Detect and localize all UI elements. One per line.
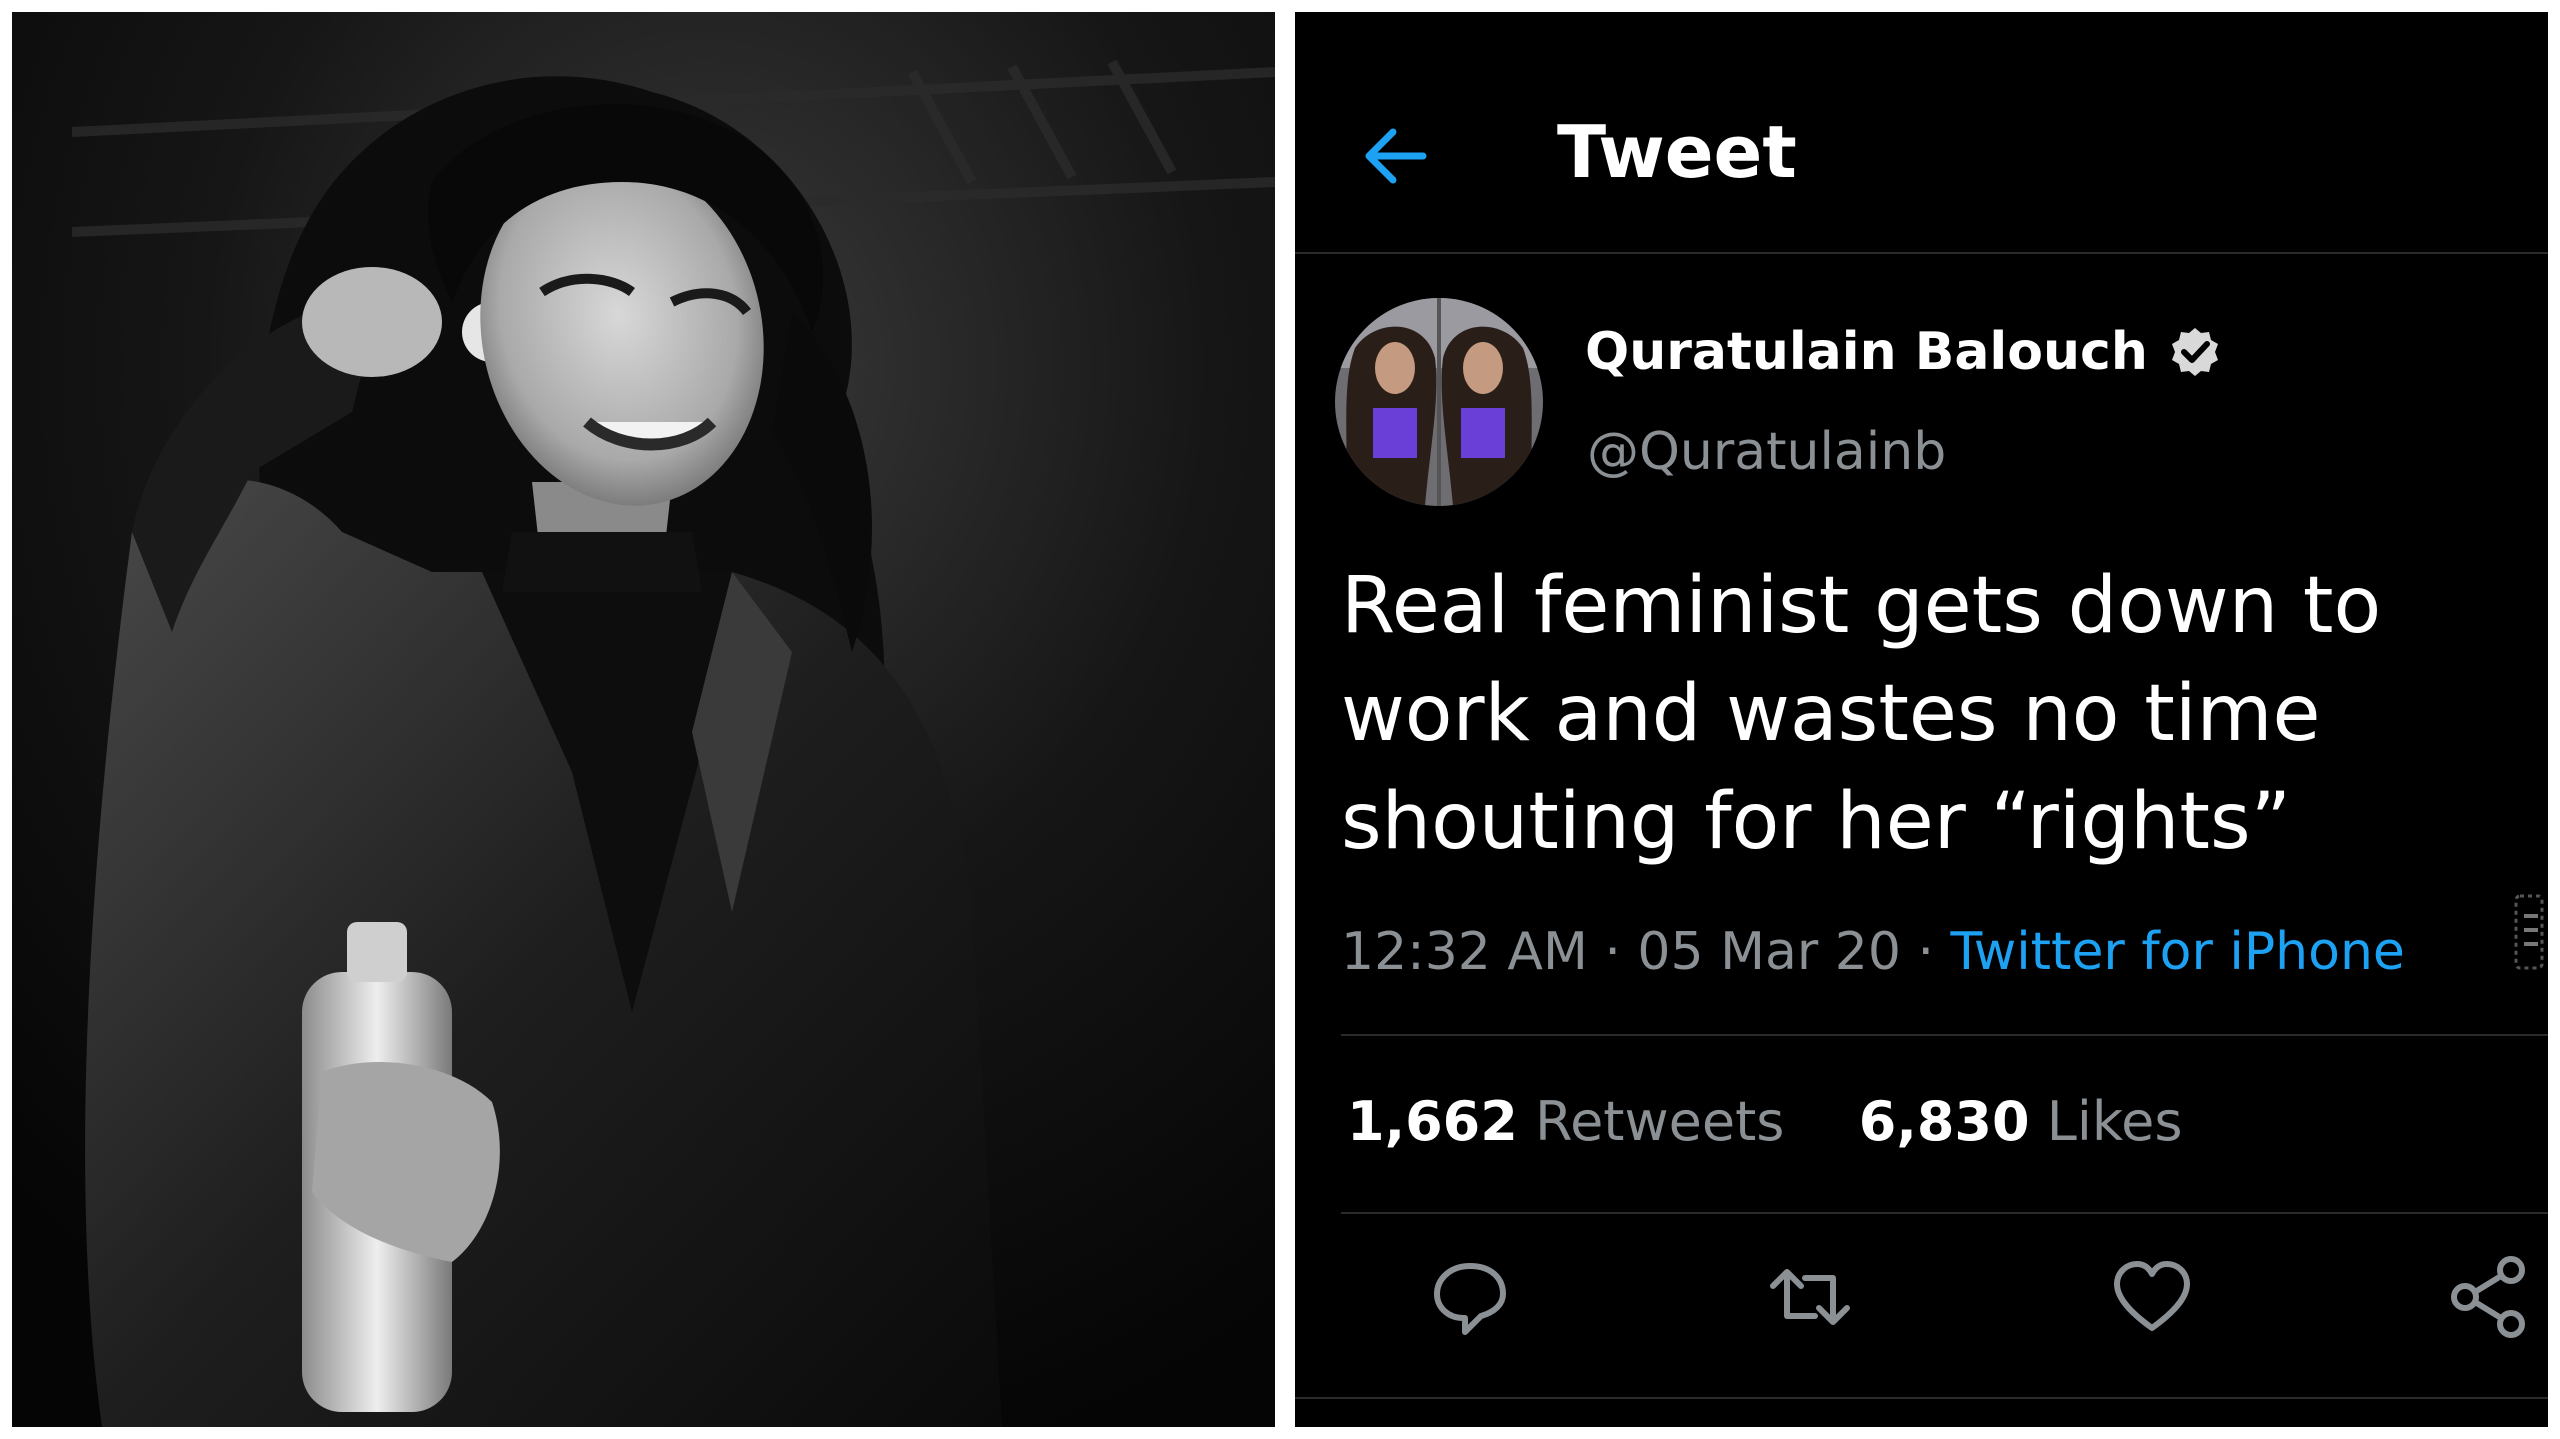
singer-photo bbox=[12, 12, 1275, 1427]
stats-divider bbox=[1341, 1212, 2548, 1214]
retweet-icon bbox=[1770, 1269, 1850, 1325]
tweet-meta: 12:32 AM · 05 Mar 20 · Twitter for iPhon… bbox=[1341, 922, 2405, 982]
reply-icon bbox=[1434, 1263, 1506, 1335]
retweets-label[interactable]: Retweets bbox=[1535, 1090, 1784, 1153]
like-button[interactable] bbox=[2107, 1252, 2197, 1342]
author-name-row[interactable]: Quratulain Balouch bbox=[1585, 322, 2222, 382]
page-title: Tweet bbox=[1557, 110, 1797, 194]
verified-badge-icon bbox=[2171, 328, 2218, 376]
tweet-time: 12:32 AM bbox=[1341, 922, 1588, 982]
scroll-handle-icon[interactable] bbox=[2508, 892, 2548, 972]
tweet-text: Real feminist gets down to work and wast… bbox=[1341, 561, 2382, 867]
bottom-divider bbox=[1295, 1397, 2548, 1399]
back-button[interactable] bbox=[1357, 118, 1433, 194]
retweet-button[interactable] bbox=[1765, 1252, 1855, 1342]
tweet-source-link[interactable]: Twitter for iPhone bbox=[1951, 922, 2405, 982]
tweet-panel: Tweet Quratulain Balouch @Quratulainb Re… bbox=[1295, 12, 2548, 1427]
share-button[interactable] bbox=[2445, 1252, 2535, 1342]
likes-count[interactable]: 6,830 bbox=[1859, 1090, 2030, 1153]
likes-label[interactable]: Likes bbox=[2047, 1090, 2183, 1153]
retweets-count[interactable]: 1,662 bbox=[1347, 1090, 1518, 1153]
meta-separator: · bbox=[1587, 922, 1638, 982]
heart-icon bbox=[2114, 1261, 2190, 1331]
header-divider bbox=[1295, 252, 2548, 254]
meta-separator: · bbox=[1900, 922, 1951, 982]
meta-divider bbox=[1341, 1034, 2548, 1036]
screenshot-frame: Tweet Quratulain Balouch @Quratulainb Re… bbox=[12, 12, 2548, 1427]
reply-button[interactable] bbox=[1425, 1252, 1515, 1342]
tweet-stats: 1,662 Retweets 6,830 Likes bbox=[1347, 1090, 2183, 1153]
singer-photo-illustration bbox=[12, 12, 1275, 1427]
avatar[interactable] bbox=[1335, 298, 1543, 506]
image-divider bbox=[1275, 12, 1295, 1427]
avatar-image bbox=[1335, 298, 1543, 506]
tweet-date: 05 Mar 20 bbox=[1637, 922, 1901, 982]
author-handle[interactable]: @Quratulainb bbox=[1587, 422, 1946, 482]
share-icon bbox=[2451, 1256, 2525, 1338]
author-name[interactable]: Quratulain Balouch bbox=[1585, 322, 2148, 382]
arrow-left-icon bbox=[1365, 128, 1427, 184]
